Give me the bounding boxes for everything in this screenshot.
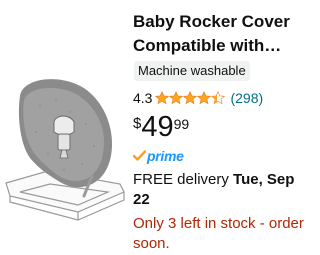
delivery-prefix: FREE delivery bbox=[133, 171, 234, 188]
prime-badge: prime bbox=[133, 148, 184, 164]
star-full-icon bbox=[155, 91, 170, 105]
price: $ 49 99 bbox=[133, 108, 189, 146]
prime-label: prime bbox=[147, 148, 184, 164]
star-full-icon bbox=[183, 91, 198, 105]
product-title[interactable]: Baby Rocker Cover Compatible with… bbox=[133, 10, 305, 58]
product-title-line2[interactable]: Compatible with… bbox=[133, 34, 305, 58]
star-full-icon bbox=[197, 91, 212, 105]
price-fraction: 99 bbox=[173, 116, 190, 132]
rating-value: 4.3 bbox=[133, 90, 153, 106]
star-half-icon bbox=[211, 91, 226, 105]
product-image[interactable] bbox=[0, 60, 128, 250]
product-title-line1[interactable]: Baby Rocker Cover bbox=[133, 10, 305, 34]
prime-check-icon bbox=[133, 150, 146, 161]
delivery-info: FREE delivery Tue, Sep 22 bbox=[133, 170, 307, 210]
price-whole: 49 bbox=[141, 111, 174, 143]
star-rating[interactable] bbox=[155, 91, 226, 105]
stock-status: Only 3 left in stock - order soon. bbox=[133, 215, 304, 252]
price-symbol: $ bbox=[133, 115, 142, 132]
rating-row[interactable]: 4.3 (298) bbox=[133, 88, 263, 108]
baby-rocker-image bbox=[5, 79, 125, 221]
product-card[interactable]: Baby Rocker Cover Compatible with… Machi… bbox=[0, 0, 307, 252]
feature-badge: Machine washable bbox=[134, 61, 250, 81]
product-info: Baby Rocker Cover Compatible with… Machi… bbox=[133, 0, 307, 252]
review-count-link[interactable]: (298) bbox=[230, 90, 263, 106]
star-full-icon bbox=[169, 91, 184, 105]
